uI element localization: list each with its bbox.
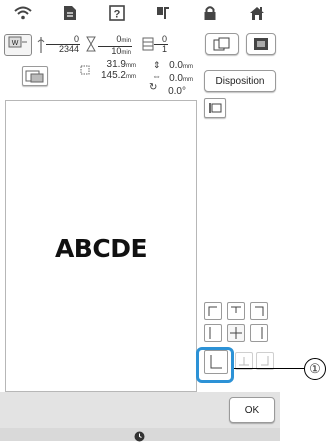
svg-text:?: ? [113,9,120,21]
disposition-button[interactable]: Disposition [204,70,276,92]
position-top-left-button[interactable] [204,302,222,320]
callout-number: ① [304,358,326,380]
horizontal-offset: 0.0 [169,73,183,84]
horizontal-offset-unit: mm [183,77,193,83]
set-start-point-button[interactable] [204,98,226,118]
needle-mode-icon[interactable] [152,2,174,24]
position-top-center-button[interactable] [227,302,245,320]
color-changes-total: 1 [161,44,167,54]
pattern-height-unit: mm [126,74,136,80]
hoop-frame-button[interactable] [22,66,48,86]
bottom-right-icon [261,356,269,366]
help-icon[interactable]: ? [106,2,128,24]
hoop-icon [25,70,44,83]
color-changes: 0 1 [154,35,168,54]
embroidery-screen: ? W 0 2344 0min 10min 0 1 31.9mm 145.2mm… [0,0,280,442]
stitch-count-total: 2344 [58,44,79,54]
rotation-angle: 0.0° [168,86,186,97]
vertical-offset-unit: mm [183,64,193,70]
pattern-height: 145.2 [100,70,126,81]
copy-icon [213,37,230,51]
view-icon [254,38,268,50]
position-top-right-button[interactable] [250,302,268,320]
position-middle-left-button[interactable] [204,324,222,342]
middle-right-icon [261,327,263,339]
bottom-center-icon [239,357,249,366]
size-icon [80,62,90,80]
thread-color-button[interactable]: W [4,34,32,56]
time-current-unit: min [121,38,131,44]
time-total-unit: min [121,50,131,56]
middle-left-icon [209,327,211,339]
home-icon[interactable] [246,2,268,24]
rotation-icon: ↻ [149,82,158,93]
callout-highlight [196,347,234,383]
pattern-width: 31.9 [106,59,126,70]
hourglass-icon [86,36,96,57]
pattern-width-unit: mm [126,63,136,69]
ok-button[interactable]: OK [229,397,275,423]
clock-icon [134,429,145,447]
sewing-time: 0min 10min [98,35,132,58]
pattern-preview-text: ABCDE [54,234,148,263]
offset-values: 0.0mm 0.0mm 0.0° [160,60,193,97]
start-point-icon [209,103,222,113]
position-center-button[interactable] [227,324,245,342]
stitch-count: 0 2344 [46,35,80,54]
position-middle-right-button[interactable] [250,324,268,342]
vertical-offset: 0.0 [169,60,183,71]
thumbnail-button[interactable] [246,33,276,55]
stitch-count-icon [36,36,46,59]
wifi-icon[interactable] [12,2,34,24]
pattern-size: 31.9mm 145.2mm [90,60,136,82]
bottom-bar [0,428,280,442]
callout-line [234,368,304,369]
multi-color-button[interactable] [205,33,239,55]
status-bar: ? [0,0,280,26]
top-right-icon [255,306,264,316]
svg-text:W: W [12,40,19,47]
center-icon [230,327,242,339]
top-center-icon [231,306,241,313]
lock-icon[interactable] [199,2,221,24]
color-change-icon [142,37,154,56]
time-total: 10 [111,46,122,56]
embroidery-canvas[interactable]: ABCDE [5,100,197,392]
document-icon[interactable] [59,2,81,24]
top-left-icon [208,306,217,316]
